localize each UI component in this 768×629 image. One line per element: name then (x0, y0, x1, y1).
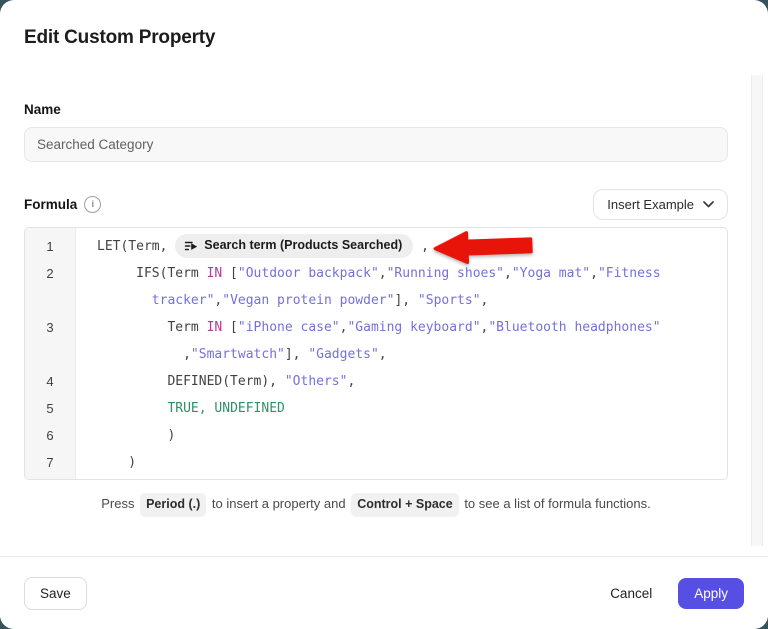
code-line[interactable]: TRUE, UNDEFINED (75, 395, 727, 422)
line-number (25, 287, 75, 314)
property-chip-search-term[interactable]: Search term (Products Searched) (175, 234, 413, 258)
dialog-title: Edit Custom Property (24, 27, 728, 49)
code-line[interactable]: Term IN ["iPhone case","Gaming keyboard"… (75, 314, 727, 341)
save-button[interactable]: Save (24, 577, 87, 610)
formula-hint: Press Period (.) to insert a property an… (24, 493, 728, 517)
edit-custom-property-dialog: Edit Custom Property Name Formula i Inse… (0, 0, 768, 629)
code-line[interactable]: IFS(Term IN ["Outdoor backpack","Running… (75, 260, 727, 287)
formula-editor-rows: 1LET(Term, Search term (Products Searche… (25, 228, 727, 476)
line-number: 2 (25, 260, 75, 287)
insert-example-label: Insert Example (607, 197, 694, 212)
apply-button[interactable]: Apply (678, 578, 744, 609)
line-number: 7 (25, 449, 75, 476)
name-input[interactable] (24, 127, 728, 162)
kbd-chip: Period (.) (140, 493, 206, 517)
code-line[interactable]: ) (75, 422, 727, 449)
code-line[interactable]: DEFINED(Term), "Others", (75, 368, 727, 395)
code-line[interactable]: LET(Term, Search term (Products Searched… (75, 233, 727, 260)
scrollbar[interactable] (751, 75, 763, 546)
dialog-footer: Save Cancel Apply (0, 556, 768, 629)
search-term-icon (184, 239, 198, 253)
kbd-chip: Control + Space (351, 493, 459, 517)
name-label: Name (24, 102, 728, 117)
formula-header-row: Formula i Insert Example (24, 189, 728, 220)
line-number (25, 341, 75, 368)
code-line[interactable]: ) (75, 449, 727, 476)
line-number: 3 (25, 314, 75, 341)
formula-editor[interactable]: 1LET(Term, Search term (Products Searche… (24, 227, 728, 480)
line-number: 1 (25, 233, 75, 260)
formula-label: Formula (24, 197, 77, 212)
line-number: 5 (25, 395, 75, 422)
property-chip-label: Search term (Products Searched) (204, 232, 402, 259)
chevron-down-icon (703, 201, 714, 208)
line-number: 4 (25, 368, 75, 395)
code-line[interactable]: ,"Smartwatch"], "Gadgets", (75, 341, 727, 368)
code-line[interactable]: tracker","Vegan protein powder"], "Sport… (75, 287, 727, 314)
cancel-button[interactable]: Cancel (610, 586, 652, 601)
insert-example-button[interactable]: Insert Example (593, 189, 728, 220)
line-number: 6 (25, 422, 75, 449)
dialog-content: Edit Custom Property Name Formula i Inse… (0, 0, 768, 556)
info-icon[interactable]: i (84, 196, 101, 213)
